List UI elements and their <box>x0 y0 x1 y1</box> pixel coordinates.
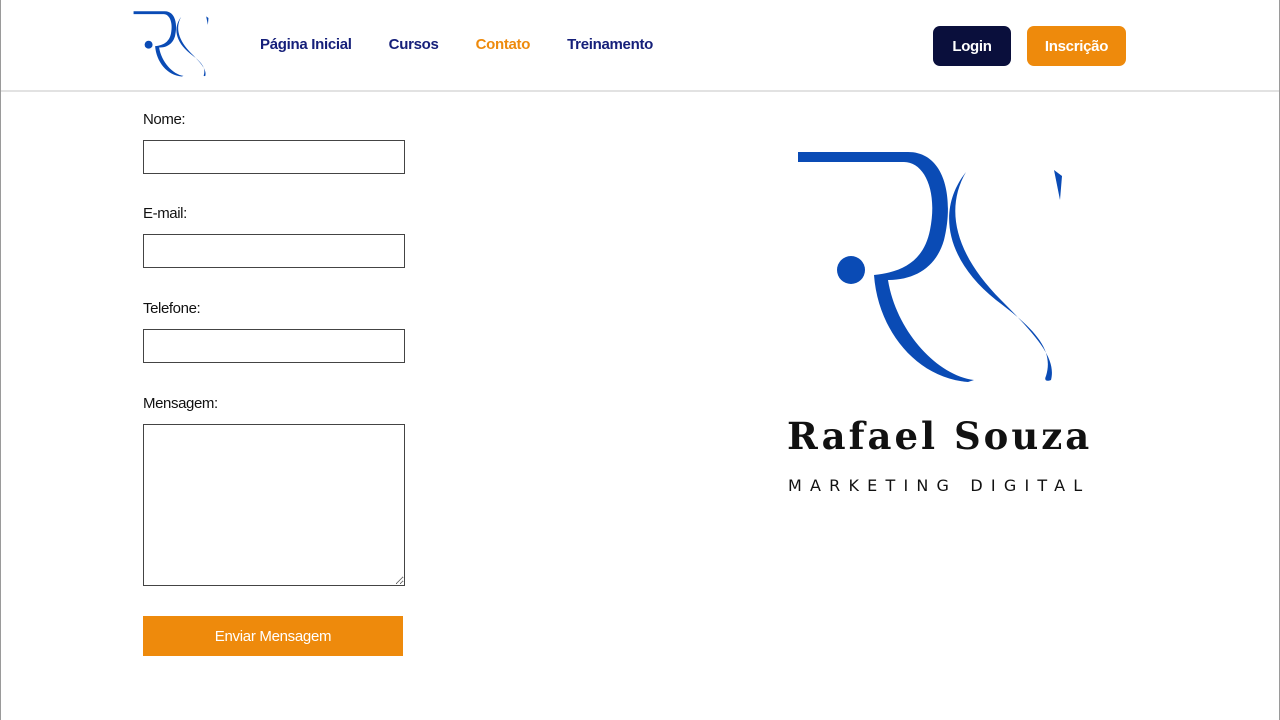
page: Página Inicial Cursos Contato Treinament… <box>0 0 1280 720</box>
name-label: Nome: <box>143 111 186 128</box>
phone-field[interactable] <box>143 329 405 363</box>
nav-link-contact[interactable]: Contato <box>476 36 531 53</box>
message-label: Mensagem: <box>143 395 218 412</box>
signup-button[interactable]: Inscrição <box>1027 26 1126 66</box>
email-label: E-mail: <box>143 205 187 222</box>
brand-name: Rafael Souza <box>787 414 1093 458</box>
brand-tagline: MARKETING DIGITAL <box>788 476 1091 495</box>
send-message-button[interactable]: Enviar Mensagem <box>143 616 403 656</box>
message-textarea[interactable] <box>143 424 405 586</box>
email-field[interactable] <box>143 234 405 268</box>
phone-label: Telefone: <box>143 300 201 317</box>
name-field[interactable] <box>143 140 405 174</box>
login-button[interactable]: Login <box>933 26 1011 66</box>
rs-monogram-icon <box>798 152 1062 382</box>
nav-link-training[interactable]: Treinamento <box>567 36 653 53</box>
contact-form: Nome: E-mail: Telefone: Mensagem: Enviar… <box>143 0 413 720</box>
